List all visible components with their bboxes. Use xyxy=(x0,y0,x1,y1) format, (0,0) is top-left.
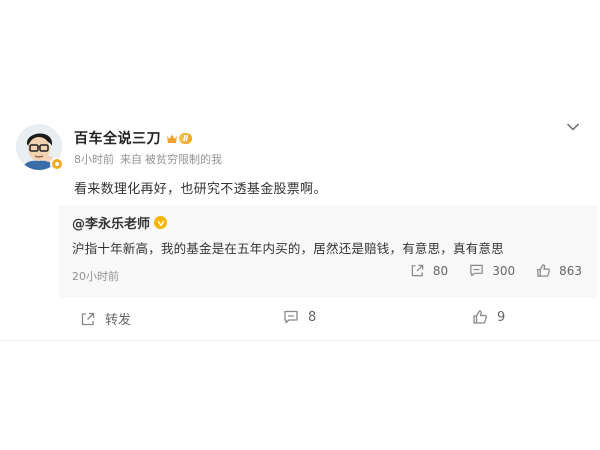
repost-like-button[interactable]: 863 xyxy=(536,263,582,278)
forward-label: 转发 xyxy=(105,313,132,328)
source-prefix: 来自 xyxy=(120,153,142,166)
like-count: 9 xyxy=(497,309,506,325)
forward-icon xyxy=(81,312,95,325)
vip-badge[interactable]: Ⅱ xyxy=(166,132,193,144)
repost-like-count: 863 xyxy=(559,263,582,278)
repost-text: 沪指十年新高，我的基金是在五年内买的，居然还是赔钱，有意思，真有意思 xyxy=(72,241,504,256)
chevron-down-icon[interactable] xyxy=(566,122,580,132)
repost-time[interactable]: 20小时前 xyxy=(72,268,119,284)
repost-comment-button[interactable]: 300 xyxy=(469,263,515,278)
comment-icon xyxy=(470,264,483,277)
gold-verified-icon xyxy=(154,216,168,229)
forward-button[interactable]: 转发 xyxy=(80,309,131,328)
repost-card[interactable]: @李永乐老师 沪指十年新高，我的基金是在五年内买的，居然还是赔钱，有意思，真有意… xyxy=(58,205,598,298)
thumbs-up-icon xyxy=(537,264,551,277)
author-row: 百车全说三刀 Ⅱ xyxy=(74,128,193,148)
vip-level: Ⅱ xyxy=(179,132,193,144)
post-time[interactable]: 8小时前 xyxy=(74,151,114,167)
repost-forward-count: 80 xyxy=(432,263,449,278)
post-source: 被贫穷限制的我 xyxy=(145,153,222,166)
post-meta: 8小时前 来自 被贫穷限制的我 xyxy=(74,151,222,167)
verified-badge-icon xyxy=(50,157,64,171)
comment-button[interactable]: 8 xyxy=(283,309,316,325)
repost-author-name[interactable]: @李永乐老师 xyxy=(72,213,150,232)
comment-count: 8 xyxy=(308,309,317,325)
forward-icon xyxy=(411,264,424,277)
crown-icon xyxy=(167,134,177,143)
post-action-bar: 转发 8 9 xyxy=(0,300,600,336)
comment-icon xyxy=(284,310,298,324)
divider xyxy=(0,340,600,341)
like-button[interactable]: 9 xyxy=(472,309,505,325)
post-text: 看来数理化再好，也研究不透基金股票啊。 xyxy=(74,182,327,197)
author-name[interactable]: 百车全说三刀 xyxy=(74,128,161,148)
repost-forward-button[interactable]: 80 xyxy=(410,263,448,278)
repost-comment-count: 300 xyxy=(492,263,516,278)
repost-actions: 80 300 863 xyxy=(389,263,598,278)
thumbs-up-icon xyxy=(473,310,487,324)
